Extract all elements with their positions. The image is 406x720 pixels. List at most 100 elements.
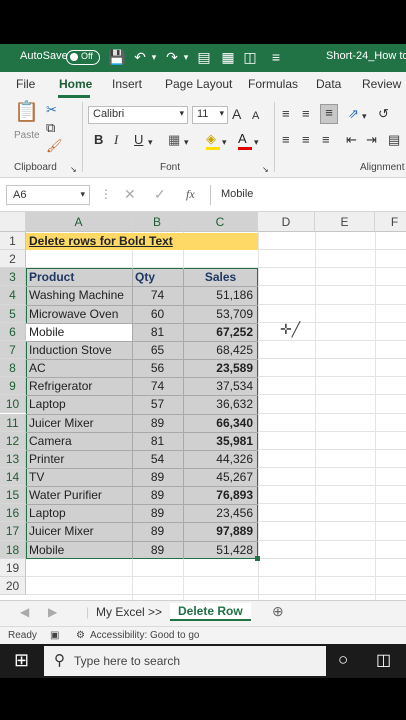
product-cell[interactable]: Laptop (26, 504, 132, 522)
sales-cell[interactable]: 23,589 (183, 359, 258, 377)
font-color-icon[interactable]: A (238, 131, 247, 147)
product-cell[interactable]: Mobile (26, 323, 132, 341)
macro-record-icon[interactable]: ▣ (50, 630, 59, 641)
qty-cell[interactable]: 89 (132, 522, 183, 540)
row-header[interactable]: 18 (0, 540, 26, 559)
sales-cell[interactable]: 44,326 (183, 450, 258, 468)
sales-cell[interactable]: 37,534 (183, 377, 258, 395)
tab-insert[interactable]: Insert (112, 77, 142, 91)
name-box[interactable]: A6 ▾ (6, 185, 90, 205)
borders-icon[interactable]: ▦ (168, 132, 180, 148)
qty-cell[interactable]: 65 (132, 341, 183, 359)
qty-cell[interactable]: 54 (132, 450, 183, 468)
qty-cell[interactable]: 89 (132, 486, 183, 504)
wrap-text-icon[interactable]: ↺ (378, 106, 389, 122)
task-view-icon[interactable]: ◫ (376, 650, 391, 670)
row-header[interactable]: 7 (0, 340, 26, 360)
sales-cell[interactable]: 36,632 (183, 395, 258, 413)
worksheet-grid[interactable]: A B C D E F 1 2 3 4 5 6 7 8 9 10 11 12 13 14 15 16 17 18 1… (0, 212, 406, 600)
cancel-icon[interactable]: ✕ (124, 186, 136, 203)
clipboard-launcher-icon[interactable]: ↘ (70, 162, 77, 178)
qty-cell[interactable]: 89 (132, 414, 183, 432)
cut-icon[interactable]: ✂ (46, 102, 57, 118)
row-header[interactable]: 2 (0, 250, 26, 269)
add-sheet-icon[interactable]: ⊕ (272, 603, 284, 620)
form-icon[interactable]: ▤ (196, 49, 212, 65)
row-header[interactable]: 20 (0, 576, 26, 595)
product-cell[interactable]: Microwave Oven (26, 305, 132, 323)
save-icon[interactable]: 💾 (108, 49, 125, 65)
product-cell[interactable]: AC (26, 359, 132, 377)
align-top-icon[interactable]: ≡ (282, 106, 290, 122)
product-cell[interactable]: TV (26, 468, 132, 486)
align-center-icon[interactable]: ≡ (302, 132, 310, 148)
row-header[interactable]: 11 (0, 413, 26, 432)
fill-color-icon[interactable]: ◈ (206, 131, 216, 147)
row-header[interactable]: 12 (0, 431, 26, 450)
product-cell[interactable]: Induction Stove (26, 341, 132, 359)
chevron-down-icon[interactable]: ▾ (184, 134, 189, 150)
row-header[interactable]: 16 (0, 504, 26, 523)
row-header[interactable]: 10 (0, 395, 26, 414)
sales-cell[interactable]: 51,428 (183, 541, 258, 559)
product-cell[interactable]: Washing Machine (26, 286, 132, 304)
font-name-select[interactable]: Calibri ▾ (88, 106, 188, 124)
accessibility-status[interactable]: Accessibility: Good to go (90, 630, 200, 641)
sales-cell[interactable]: 66,340 (183, 414, 258, 432)
font-launcher-icon[interactable]: ↘ (262, 162, 269, 178)
product-cell[interactable]: Refrigerator (26, 377, 132, 395)
accessibility-icon[interactable]: ⚙ (76, 630, 85, 641)
align-right-icon[interactable]: ≡ (322, 132, 330, 148)
decrease-indent-icon[interactable]: ⇤ (346, 132, 357, 148)
redo-dropdown-icon[interactable]: ▾ (178, 49, 194, 65)
scroll-left-icon[interactable]: ◀ (20, 605, 29, 619)
qty-cell[interactable]: 74 (132, 377, 183, 395)
copy-icon[interactable]: ⧉ (46, 120, 55, 136)
align-bottom-icon[interactable]: ≡ (320, 104, 338, 124)
increase-font-icon[interactable]: A (232, 106, 241, 122)
product-cell[interactable]: Mobile (26, 541, 132, 559)
row-header[interactable]: 13 (0, 449, 26, 468)
qty-cell[interactable]: 57 (132, 395, 183, 413)
sales-cell[interactable]: 53,709 (183, 305, 258, 323)
windows-start-icon[interactable]: ⊞ (14, 650, 29, 671)
increase-indent-icon[interactable]: ⇥ (366, 132, 377, 148)
cortana-icon[interactable]: ○ (338, 650, 348, 670)
merge-center-icon[interactable]: ▤ (388, 132, 400, 148)
qty-cell[interactable]: 89 (132, 504, 183, 522)
product-cell[interactable]: Water Purifier (26, 486, 132, 504)
row-header[interactable]: 4 (0, 286, 26, 305)
row-header[interactable]: 15 (0, 486, 26, 505)
decrease-font-icon[interactable]: A (252, 108, 259, 124)
row-header[interactable]: 14 (0, 467, 26, 487)
sales-cell[interactable]: 35,981 (183, 432, 258, 450)
column-header-d[interactable]: D (258, 212, 315, 232)
paste-icon[interactable]: 📋 (14, 102, 39, 128)
sales-cell[interactable]: 76,893 (183, 486, 258, 504)
chevron-down-icon[interactable]: ▾ (222, 134, 227, 150)
orientation-icon[interactable]: ⇗ (348, 106, 359, 122)
underline-button[interactable]: U (134, 132, 143, 148)
column-header-e[interactable]: E (315, 212, 375, 232)
sales-cell[interactable]: 45,267 (183, 468, 258, 486)
chevron-down-icon[interactable]: ▾ (148, 134, 153, 150)
customize-toolbar-icon[interactable]: ≡ (268, 49, 284, 65)
tab-file[interactable]: File (16, 77, 35, 91)
table-header-sales[interactable]: Sales (183, 268, 258, 286)
sheet-tab-delete-row[interactable]: Delete Row (170, 603, 251, 621)
align-middle-icon[interactable]: ≡ (302, 106, 310, 122)
sales-cell[interactable]: 23,456 (183, 504, 258, 522)
formula-input[interactable]: Mobile (210, 185, 406, 205)
row-header[interactable]: 19 (0, 558, 26, 577)
sales-cell[interactable]: 68,425 (183, 341, 258, 359)
product-cell[interactable]: Juicer Mixer (26, 522, 132, 540)
column-header-a[interactable]: A (26, 212, 132, 232)
taskbar-search[interactable]: ⚲ Type here to search (44, 646, 326, 676)
align-left-icon[interactable]: ≡ (282, 132, 290, 148)
chevron-down-icon[interactable]: ▾ (362, 108, 367, 124)
sheet-tab-my-excel[interactable]: My Excel >> (96, 605, 162, 619)
qty-cell[interactable]: 74 (132, 286, 183, 304)
bold-button[interactable]: B (94, 132, 103, 148)
column-header-f[interactable]: F (375, 212, 406, 232)
qty-cell[interactable]: 60 (132, 305, 183, 323)
